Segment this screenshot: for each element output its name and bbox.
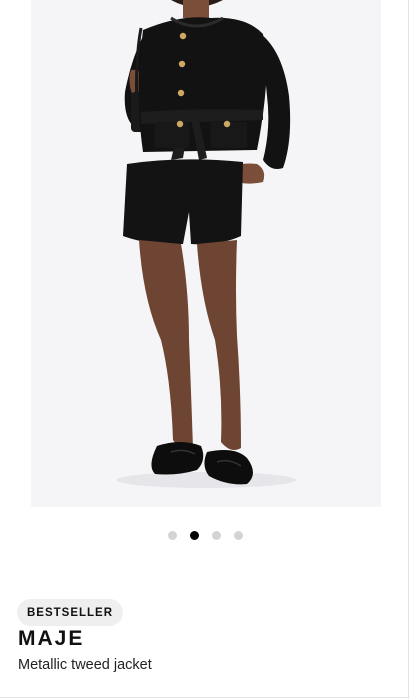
carousel-dot-1[interactable]: [168, 531, 177, 540]
carousel-dot-3[interactable]: [212, 531, 221, 540]
brand-name[interactable]: MAJE: [18, 627, 84, 651]
bestseller-badge: BESTSELLER: [17, 599, 124, 626]
carousel-dot-4[interactable]: [234, 531, 243, 540]
frame-divider-right: [408, 0, 409, 699]
carousel-dot-2-active[interactable]: [190, 531, 199, 540]
product-title: Metallic tweed jacket: [18, 657, 152, 673]
carousel-pagination: [0, 531, 411, 540]
product-page: BESTSELLER MAJE Metallic tweed jacket: [0, 0, 411, 699]
product-image-carousel[interactable]: [31, 0, 381, 507]
frame-divider-bottom: [0, 697, 409, 698]
product-image[interactable]: [31, 0, 381, 507]
